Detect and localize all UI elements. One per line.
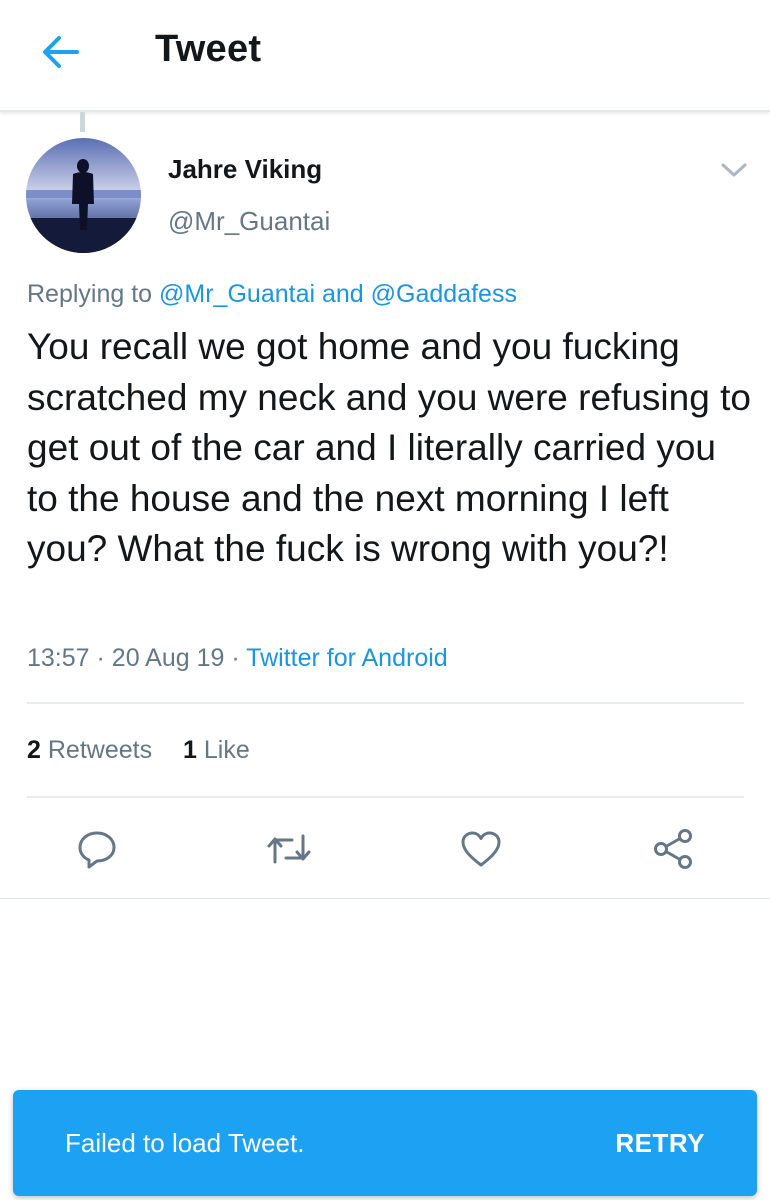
tweet-metadata: 13:57 · 20 Aug 19 · Twitter for Android (27, 644, 448, 673)
reply-icon (78, 831, 116, 869)
reply-button[interactable] (74, 826, 120, 872)
author-name[interactable]: Jahre Viking (168, 154, 322, 185)
retweets-label: Retweets (47, 736, 153, 764)
page-title: Tweet (155, 28, 262, 70)
tweet-time: 13:57 (27, 644, 90, 672)
tweet-options-button[interactable] (718, 158, 750, 182)
tweet-text: You recall we got home and you fucking s… (27, 326, 751, 569)
arrow-left-icon (43, 36, 79, 68)
meta-separator: · (96, 644, 105, 672)
tweet-source-link[interactable]: Twitter for Android (246, 644, 447, 672)
share-icon (654, 829, 692, 869)
retweets-count: 2 (27, 736, 41, 764)
replying-mention-1[interactable]: @Mr_Guantai (159, 280, 315, 308)
tweet-stats: 2 Retweets 1 Like (27, 736, 250, 765)
replying-and: and (321, 280, 364, 308)
avatar[interactable] (26, 138, 141, 253)
meta-separator: · (231, 644, 240, 672)
share-button[interactable] (650, 826, 696, 872)
tweet-date: 20 Aug 19 (111, 644, 225, 672)
divider (27, 796, 744, 798)
likes-stat[interactable]: 1 Like (183, 736, 250, 765)
retweet-button[interactable] (266, 826, 312, 872)
thread-connector-line (80, 112, 85, 132)
like-icon (461, 831, 501, 867)
like-button[interactable] (458, 826, 504, 872)
chevron-down-icon (721, 163, 747, 177)
replying-to-label: Replying to (27, 280, 153, 308)
author-handle[interactable]: @Mr_Guantai (168, 206, 330, 237)
snackbar-message: Failed to load Tweet. (65, 1128, 305, 1158)
avatar-image (26, 138, 141, 253)
retweet-icon (267, 834, 311, 864)
back-button[interactable] (34, 28, 86, 76)
likes-label: Like (203, 736, 250, 764)
divider (0, 898, 770, 899)
divider (27, 702, 744, 704)
likes-count: 1 (183, 736, 197, 764)
replying-mention-2[interactable]: @Gaddafess (371, 280, 517, 308)
top-app-bar: Tweet (0, 0, 770, 112)
retry-button[interactable]: RETRY (615, 1128, 705, 1159)
retweets-stat[interactable]: 2 Retweets (27, 736, 152, 765)
error-snackbar: Failed to load Tweet. RETRY (13, 1090, 757, 1196)
replying-to: Replying to @Mr_Guantai and @Gaddafess (27, 280, 517, 309)
